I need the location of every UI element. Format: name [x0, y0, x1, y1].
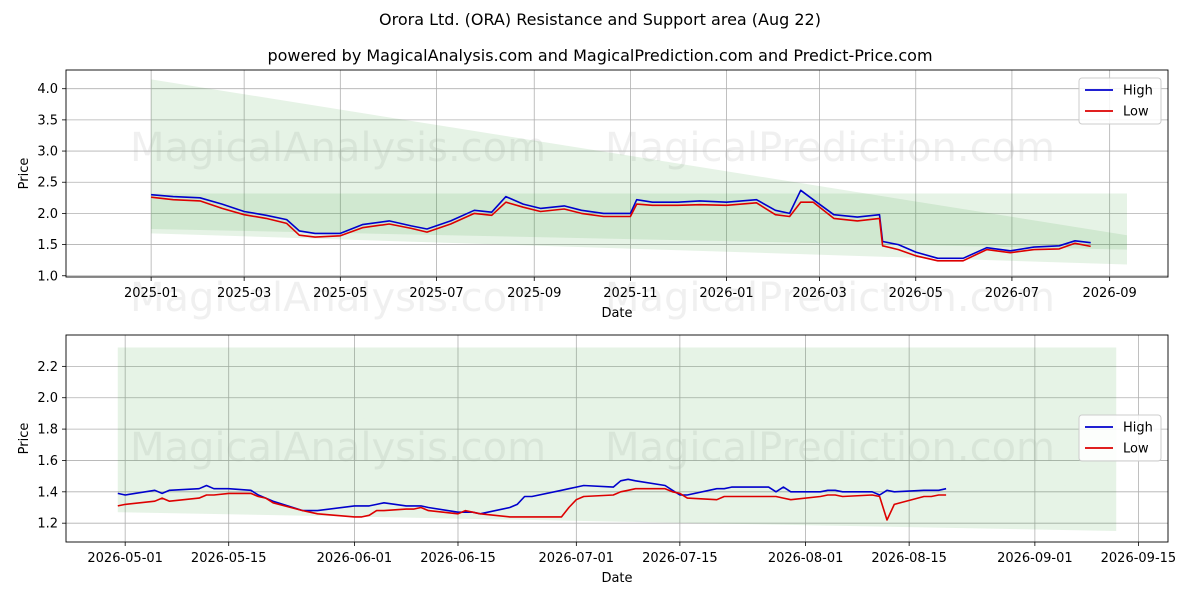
legend-label-low: Low [1123, 105, 1149, 120]
y-tick-label: 1.0 [37, 269, 58, 284]
y-axis-label: Price [17, 158, 32, 190]
legend-label-high: High [1123, 421, 1153, 436]
x-tick-label: 2025-09 [507, 286, 561, 301]
x-tick-label: 2026-09-15 [1101, 551, 1177, 566]
x-tick-label: 2026-07-15 [642, 551, 718, 566]
chart-panel-2: 2026-05-01 2026-05-15 2026-06-01 2026-06-15… [17, 334, 1177, 586]
x-tick-label: 2025-01 [124, 286, 178, 301]
legend: High Low [1078, 77, 1162, 125]
legend-label-high: High [1123, 84, 1153, 99]
x-tick-label: 2026-08-15 [871, 551, 947, 566]
chart-panel-1: 2025-01 2025-03 2025-05 2025-07 2025-09 2025-… [17, 69, 1169, 321]
x-tick-label: 2026-05-15 [191, 551, 267, 566]
y-tick-label: 3.0 [37, 145, 58, 160]
y-tick-label: 2.0 [37, 207, 58, 222]
y-tick-label: 3.5 [37, 113, 58, 128]
y-tick-label: 2.2 [37, 360, 58, 375]
y-tick-label: 1.5 [37, 238, 58, 253]
x-tick-label: 2026-09-01 [997, 551, 1073, 566]
y-tick-label: 1.8 [37, 423, 58, 438]
x-tick-label: 2025-11 [603, 286, 657, 301]
x-tick-label: 2026-06-01 [317, 551, 393, 566]
y-tick-label: 2.5 [37, 176, 58, 191]
y-tick-label: 4.0 [37, 82, 58, 97]
x-tick-label: 2026-03 [792, 286, 846, 301]
x-tick-label: 2026-01 [699, 286, 753, 301]
x-tick-label: 2025-07 [409, 286, 463, 301]
y-tick-label: 2.0 [37, 391, 58, 406]
y-tick-label: 1.2 [37, 517, 58, 532]
x-tick-label: 2026-06-15 [420, 551, 496, 566]
x-tick-label: 2026-08-01 [768, 551, 844, 566]
y-axis-label: Price [17, 423, 32, 455]
y-tick-label: 1.4 [37, 485, 58, 500]
x-axis-label: Date [601, 571, 632, 586]
price-charts: 2025-01 2025-03 2025-05 2025-07 2025-09 2025-… [17, 69, 1177, 586]
x-tick-label: 2026-05 [889, 286, 943, 301]
legend: High Low [1078, 414, 1162, 462]
x-tick-label: 2025-03 [217, 286, 271, 301]
x-tick-label: 2026-07 [985, 286, 1039, 301]
x-tick-label: 2025-05 [313, 286, 367, 301]
legend-label-low: Low [1123, 442, 1149, 457]
y-tick-label: 1.6 [37, 454, 58, 469]
x-tick-label: 2026-09 [1083, 286, 1137, 301]
x-tick-label: 2026-07-01 [539, 551, 615, 566]
x-tick-label: 2026-05-01 [87, 551, 163, 566]
x-axis-label: Date [601, 306, 632, 321]
